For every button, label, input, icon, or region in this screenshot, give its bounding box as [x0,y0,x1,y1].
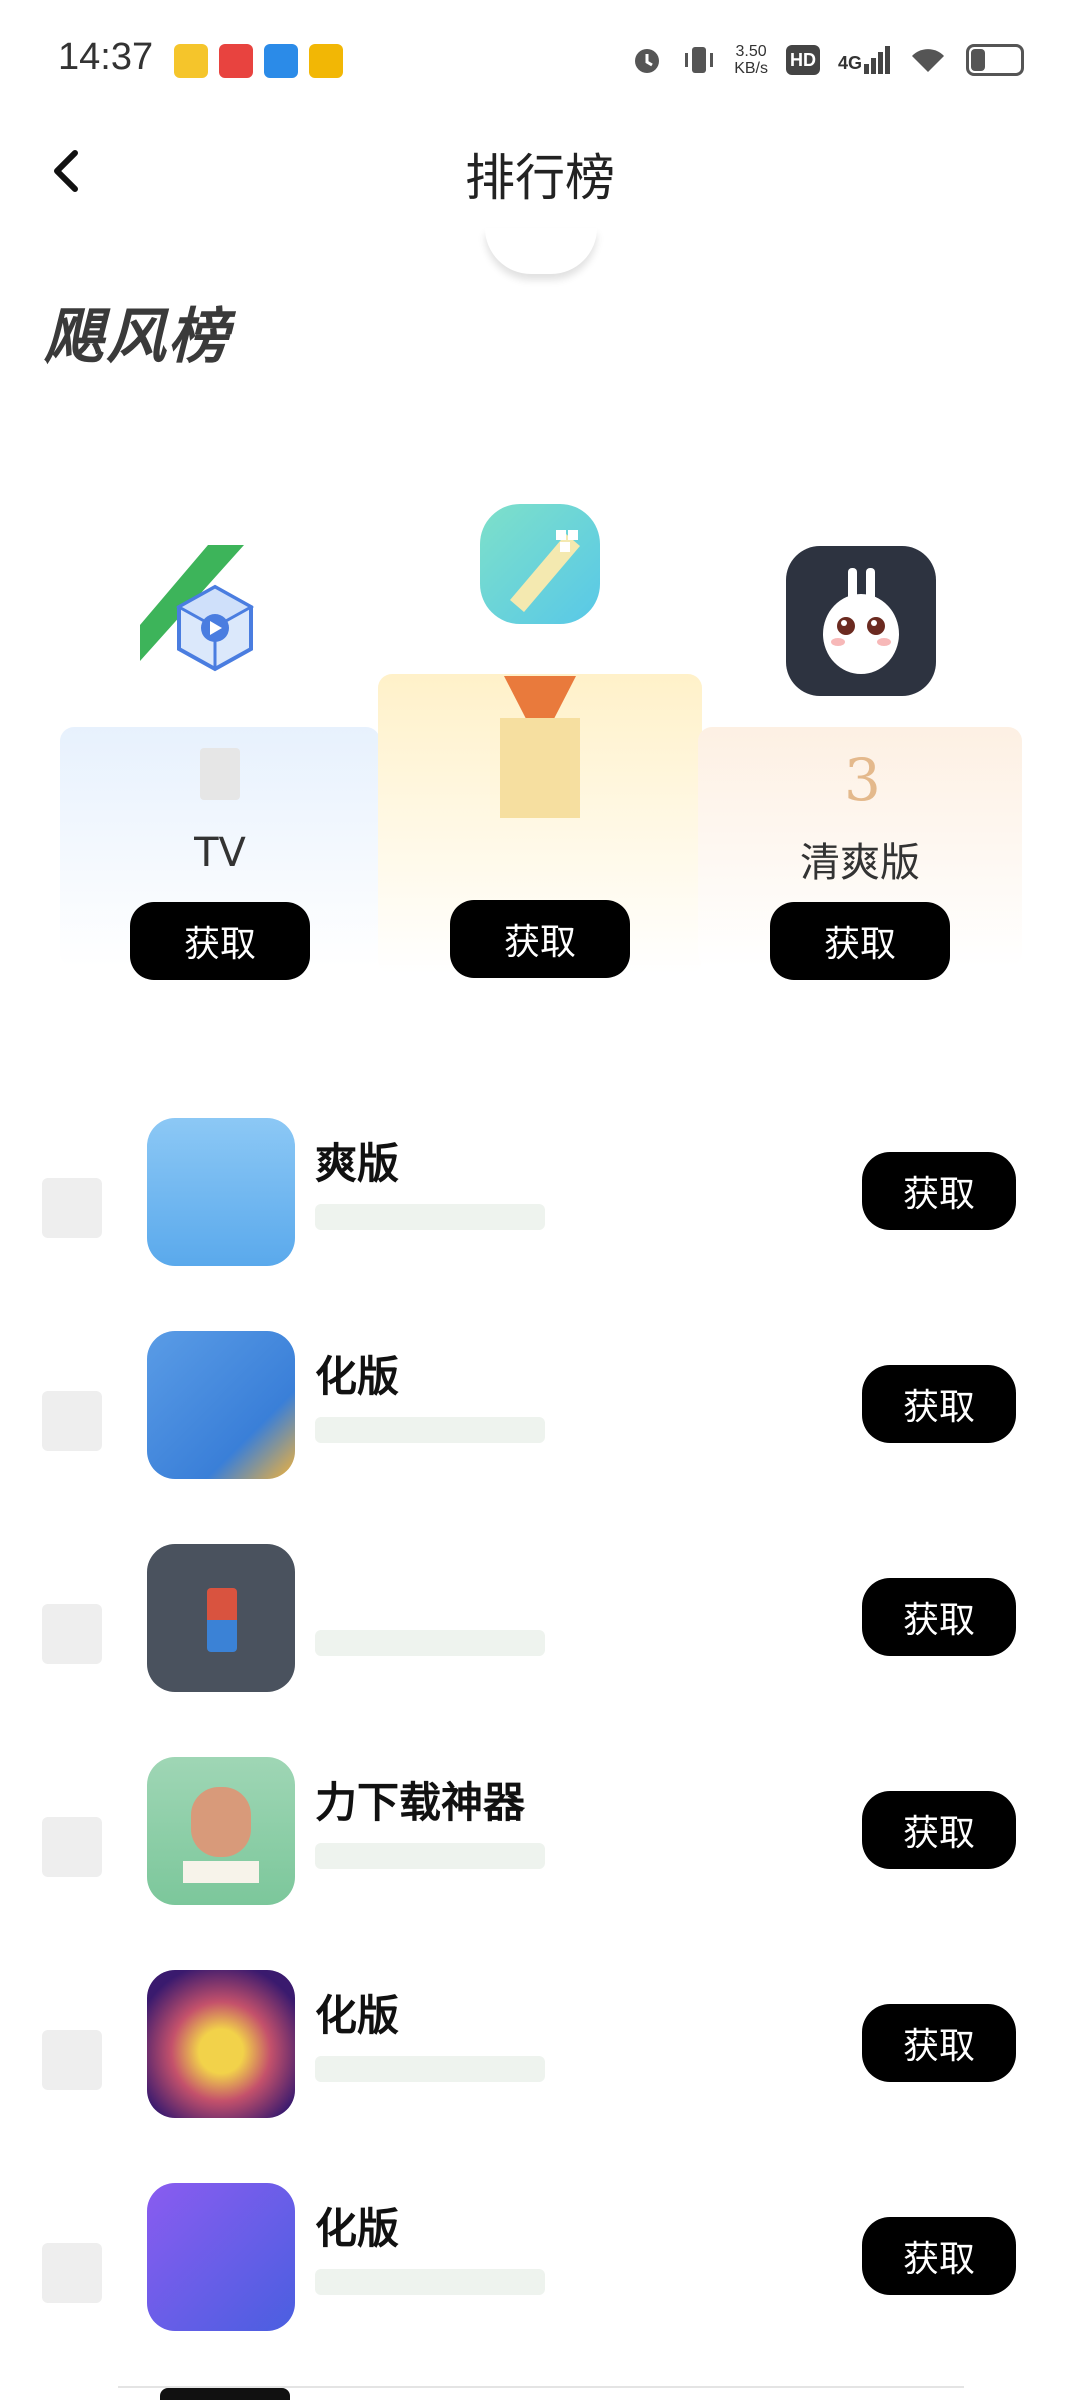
status-bar: 14:37 3.50 KB/s HD 4G [0,0,1080,120]
get-button[interactable]: 获取 [862,2004,1016,2082]
get-button[interactable]: 获取 [862,2217,1016,2295]
app-name: 化版 [315,2204,400,2253]
app-description [315,2056,545,2082]
get-button[interactable]: 获取 [770,902,950,980]
list-item[interactable]: 化版 获取 [0,1970,1080,2150]
list-item[interactable]: 爽版 获取 [0,1118,1080,1298]
app-name: 化版 [315,1991,400,2040]
app-description [315,1843,545,1869]
podium-rank-1-number [200,748,240,800]
app-name: 爽版 [315,1139,400,1188]
page-title: 排行榜 [465,149,615,207]
app-description [315,2269,545,2295]
app-name: 力下载神器 [315,1778,526,1827]
hd-icon: HD [785,45,820,75]
list-item[interactable]: 化版 获取 [0,2183,1080,2363]
status-indicators: 3.50 KB/s HD 4G [630,38,1024,82]
get-button[interactable]: 获取 [450,900,630,978]
wifi-icon [912,49,944,72]
app-notification-icon [309,44,343,78]
taobao-notification-icon [219,44,253,78]
rank-number [42,1604,102,1664]
rank-number [42,1391,102,1451]
app-description [315,1417,545,1443]
podium-app-name-1: TV [194,830,246,876]
app-description [315,1630,545,1656]
alipay-notification-icon [264,44,298,78]
weibo-notification-icon [174,44,208,78]
cellular-signal-icon: 4G [838,46,890,74]
app-icon [147,2183,295,2331]
alarm-icon [635,49,660,73]
rank-number [42,2030,102,2090]
podium-rank-3-number: 3 [844,746,881,814]
podium-app-name-3: 清爽版 [800,840,920,886]
app-icon [147,1970,295,2118]
rabbit-app-icon[interactable] [786,546,936,696]
ranking-logo: 飓风榜 [44,302,230,372]
get-button[interactable]: 获取 [862,1365,1016,1443]
app-icon [147,1544,295,1692]
rank-number [42,1817,102,1877]
app-icon [147,1331,295,1479]
list-item[interactable]: 力下载神器 获取 [0,1757,1080,1937]
network-speed: 3.50 KB/s [734,43,768,77]
get-button[interactable]: 获取 [862,1152,1016,1230]
vibrate-icon [685,47,714,73]
list-item[interactable]: 获取 [0,1544,1080,1724]
list-item[interactable]: 化版 获取 [0,1331,1080,1511]
battery-icon [966,44,1024,76]
app-icon [147,1757,295,1905]
rank-number [42,2243,102,2303]
pull-refresh-indicator [485,228,597,274]
get-button[interactable]: 获取 [862,1791,1016,1869]
app-icon [147,1118,295,1266]
teal-app-icon[interactable] [480,504,600,624]
get-button[interactable]: 获取 [130,902,310,980]
rank-number [42,1178,102,1238]
podium-rank-2-number [500,718,580,818]
app-name: 化版 [315,1352,400,1401]
get-button[interactable]: 获取 [862,1578,1016,1656]
bottom-tab-active-indicator[interactable] [160,2388,290,2400]
app-description [315,1204,545,1230]
status-time: 14:37 [58,36,154,78]
